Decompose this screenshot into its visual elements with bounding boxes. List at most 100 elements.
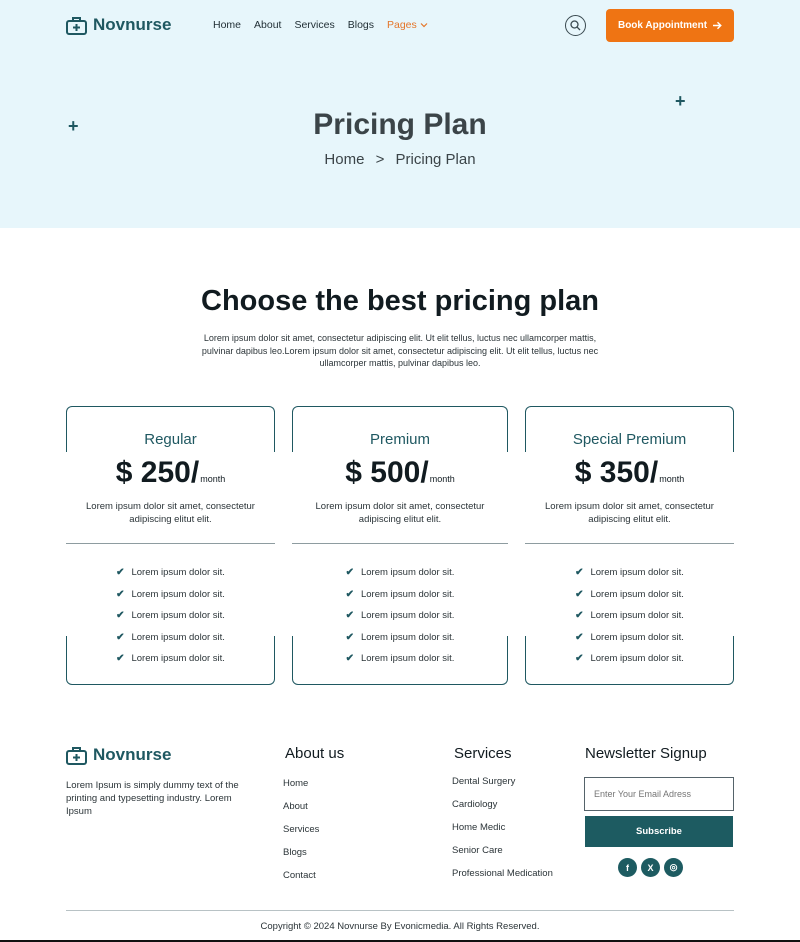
card-divider — [66, 543, 275, 544]
footer-about-links: Home About Services Blogs Contact — [283, 778, 319, 893]
footer-link-contact[interactable]: Contact — [283, 870, 319, 893]
medical-bag-icon — [66, 16, 87, 35]
check-icon: ✔ — [116, 610, 125, 622]
check-icon: ✔ — [116, 588, 125, 600]
footer-logo[interactable]: Novnurse — [66, 745, 171, 765]
plan-price-period: month — [429, 474, 455, 484]
brand-logo[interactable]: Novnurse — [66, 15, 171, 35]
x-icon[interactable]: X — [641, 858, 660, 877]
feature-text: Lorem ipsum dolor sit. — [360, 610, 455, 622]
feature-text: Lorem ipsum dolor sit. — [590, 588, 684, 600]
list-item: ✔ Lorem ipsum dolor sit. — [292, 648, 508, 670]
copyright-text: Copyright © 2024 Novnurse By Evonicmedia… — [260, 921, 540, 932]
footer-link-senior-care[interactable]: Senior Care — [452, 845, 553, 868]
check-icon: ✔ — [575, 567, 584, 579]
page-title: Pricing Plan — [313, 108, 487, 141]
plan-name: Regular — [144, 431, 197, 448]
check-icon: ✔ — [116, 631, 125, 643]
feature-text: Lorem ipsum dolor sit. — [131, 653, 225, 665]
list-item: ✔ Lorem ipsum dolor sit. — [292, 562, 508, 584]
plan-description: Lorem ipsum dolor sit amet, consectetur … — [86, 501, 255, 525]
book-appointment-button[interactable]: Book Appointment — [606, 9, 734, 42]
search-button[interactable] — [565, 15, 586, 36]
main-nav: Home About Services Blogs Pages — [213, 19, 428, 31]
plan-price-amount: $ 250/ — [115, 456, 200, 489]
check-icon: ✔ — [575, 653, 584, 665]
breadcrumb-current: Pricing Plan — [395, 151, 476, 168]
plan-description: Lorem ipsum dolor sit amet, consectetur … — [315, 501, 485, 525]
footer-brand-name: Novnurse — [93, 745, 172, 764]
list-item: ✔ Lorem ipsum dolor sit. — [66, 584, 275, 606]
arrow-right-icon — [713, 21, 722, 30]
check-icon: ✔ — [575, 610, 584, 622]
footer-divider — [66, 910, 734, 911]
plan-feature-list: ✔ Lorem ipsum dolor sit. ✔ Lorem ipsum dol… — [292, 562, 508, 670]
card-divider — [292, 543, 508, 544]
list-item: ✔ Lorem ipsum dolor sit. — [525, 605, 734, 627]
footer-link-home-medic[interactable]: Home Medic — [452, 822, 553, 845]
list-item: ✔ Lorem ipsum dolor sit. — [66, 605, 275, 627]
plan-description: Lorem ipsum dolor sit amet, consectetur … — [545, 501, 714, 525]
plan-price: $ 350/month — [525, 456, 734, 490]
pricing-description: Lorem ipsum dolor sit amet, consectetur … — [201, 333, 599, 368]
pricing-card-regular: Regular $ 250/month Lorem ipsum dolor si… — [66, 406, 275, 685]
plan-name: Premium — [369, 431, 430, 448]
footer-link-cardiology[interactable]: Cardiology — [452, 799, 553, 822]
footer-link-home[interactable]: Home — [283, 778, 319, 801]
footer-link-dental-surgery[interactable]: Dental Surgery — [452, 776, 553, 799]
check-icon: ✔ — [345, 567, 354, 579]
facebook-icon[interactable]: f — [618, 858, 637, 877]
chevron-down-icon — [420, 23, 428, 28]
footer-link-services[interactable]: Services — [283, 824, 319, 847]
nav-pages[interactable]: Pages — [387, 19, 428, 31]
plan-price: $ 250/month — [66, 456, 275, 490]
nav-blogs[interactable]: Blogs — [348, 19, 374, 31]
footer-about-heading: About us — [285, 745, 345, 762]
pricing-heading: Choose the best pricing plan — [201, 285, 599, 317]
list-item: ✔ Lorem ipsum dolor sit. — [525, 584, 734, 606]
medical-bag-icon — [66, 746, 87, 765]
nav-pages-label: Pages — [387, 19, 417, 31]
nav-about[interactable]: About — [254, 19, 281, 31]
instagram-icon[interactable]: ◎ — [664, 858, 683, 877]
feature-text: Lorem ipsum dolor sit. — [360, 588, 455, 600]
check-icon: ✔ — [575, 588, 584, 600]
breadcrumb-home[interactable]: Home — [324, 151, 364, 168]
nav-home[interactable]: Home — [213, 19, 241, 31]
footer-services-heading: Services — [454, 745, 512, 762]
plan-price-amount: $ 350/ — [574, 456, 659, 489]
footer-services-links: Dental Surgery Cardiology Home Medic Sen… — [452, 776, 553, 891]
subscribe-button[interactable]: Subscribe — [585, 816, 733, 847]
plan-price: $ 500/month — [292, 456, 508, 490]
check-icon: ✔ — [575, 631, 584, 643]
feature-text: Lorem ipsum dolor sit. — [131, 631, 225, 643]
nav-services[interactable]: Services — [294, 19, 334, 31]
list-item: ✔ Lorem ipsum dolor sit. — [66, 562, 275, 584]
footer-about-text: Lorem Ipsum is simply dummy text of the … — [66, 780, 239, 817]
plan-feature-list: ✔ Lorem ipsum dolor sit. ✔ Lorem ipsum dol… — [66, 562, 275, 670]
feature-text: Lorem ipsum dolor sit. — [590, 653, 684, 665]
feature-text: Lorem ipsum dolor sit. — [360, 631, 455, 643]
book-appointment-label: Book Appointment — [617, 20, 708, 31]
footer-link-professional-medication[interactable]: Professional Medication — [452, 868, 553, 891]
plan-price-amount: $ 500/ — [345, 456, 429, 489]
plan-price-period: month — [659, 474, 685, 484]
card-divider — [525, 543, 734, 544]
list-item: ✔ Lorem ipsum dolor sit. — [292, 584, 508, 606]
footer-newsletter-heading: Newsletter Signup — [585, 745, 707, 762]
feature-text: Lorem ipsum dolor sit. — [590, 610, 684, 622]
brand-name: Novnurse — [93, 15, 172, 34]
check-icon: ✔ — [116, 567, 125, 579]
breadcrumb: Home > Pricing Plan — [0, 151, 800, 168]
breadcrumb-separator: > — [375, 151, 385, 168]
list-item: ✔ Lorem ipsum dolor sit. — [525, 648, 734, 670]
footer-link-about[interactable]: About — [283, 801, 319, 824]
pricing-card-special-premium: Special Premium $ 350/month Lorem ipsum … — [525, 406, 734, 685]
list-item: ✔ Lorem ipsum dolor sit. — [525, 627, 734, 649]
feature-text: Lorem ipsum dolor sit. — [131, 610, 225, 622]
newsletter-email-input[interactable] — [584, 777, 734, 811]
footer-link-blogs[interactable]: Blogs — [283, 847, 319, 870]
list-item: ✔ Lorem ipsum dolor sit. — [66, 648, 275, 670]
feature-text: Lorem ipsum dolor sit. — [131, 588, 225, 600]
check-icon: ✔ — [345, 588, 354, 600]
